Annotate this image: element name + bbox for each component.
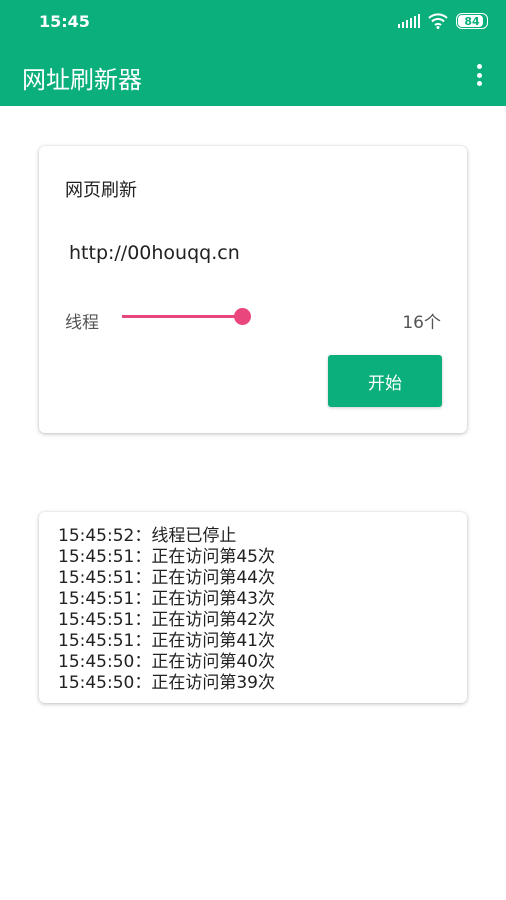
thread-count: 16个 bbox=[402, 313, 441, 333]
battery-level: 84 bbox=[464, 14, 480, 28]
log-line: 15:45:51：正在访问第42次 bbox=[58, 610, 275, 630]
log-line: 15:45:51：正在访问第45次 bbox=[58, 547, 275, 567]
log-line: 15:45:51：正在访问第43次 bbox=[58, 589, 275, 609]
url-input[interactable]: http://00houqq.cn bbox=[69, 242, 240, 264]
battery-icon: 84 bbox=[456, 13, 488, 29]
card-heading: 网页刷新 bbox=[65, 180, 137, 201]
slider-active-track bbox=[122, 315, 242, 318]
log-line: 15:45:50：正在访问第39次 bbox=[58, 673, 275, 693]
log-line: 15:45:50：正在访问第40次 bbox=[58, 652, 275, 672]
thread-slider[interactable] bbox=[122, 306, 251, 328]
thread-label: 线程 bbox=[65, 313, 99, 333]
signal-icon bbox=[398, 14, 420, 28]
status-icons: 84 bbox=[398, 13, 488, 29]
log-line: 15:45:52：线程已停止 bbox=[58, 526, 237, 546]
log-line: 15:45:51：正在访问第41次 bbox=[58, 631, 275, 651]
slider-thumb[interactable] bbox=[234, 308, 251, 325]
status-bar: 15:45 84 bbox=[0, 0, 506, 44]
more-vert-icon[interactable] bbox=[472, 62, 486, 88]
refresh-card: 网页刷新 http://00houqq.cn 线程 16个 开始 bbox=[39, 146, 467, 433]
log-card: 15:45:52：线程已停止 15:45:51：正在访问第45次 15:45:51：… bbox=[39, 512, 467, 703]
log-line: 15:45:51：正在访问第44次 bbox=[58, 568, 275, 588]
app-bar: 网址刷新器 bbox=[0, 44, 506, 106]
wifi-icon bbox=[428, 13, 448, 29]
start-button[interactable]: 开始 bbox=[328, 355, 442, 407]
status-time: 15:45 bbox=[39, 12, 90, 31]
log-list: 15:45:52：线程已停止 15:45:51：正在访问第45次 15:45:51：… bbox=[58, 526, 275, 694]
app-title: 网址刷新器 bbox=[22, 66, 142, 94]
